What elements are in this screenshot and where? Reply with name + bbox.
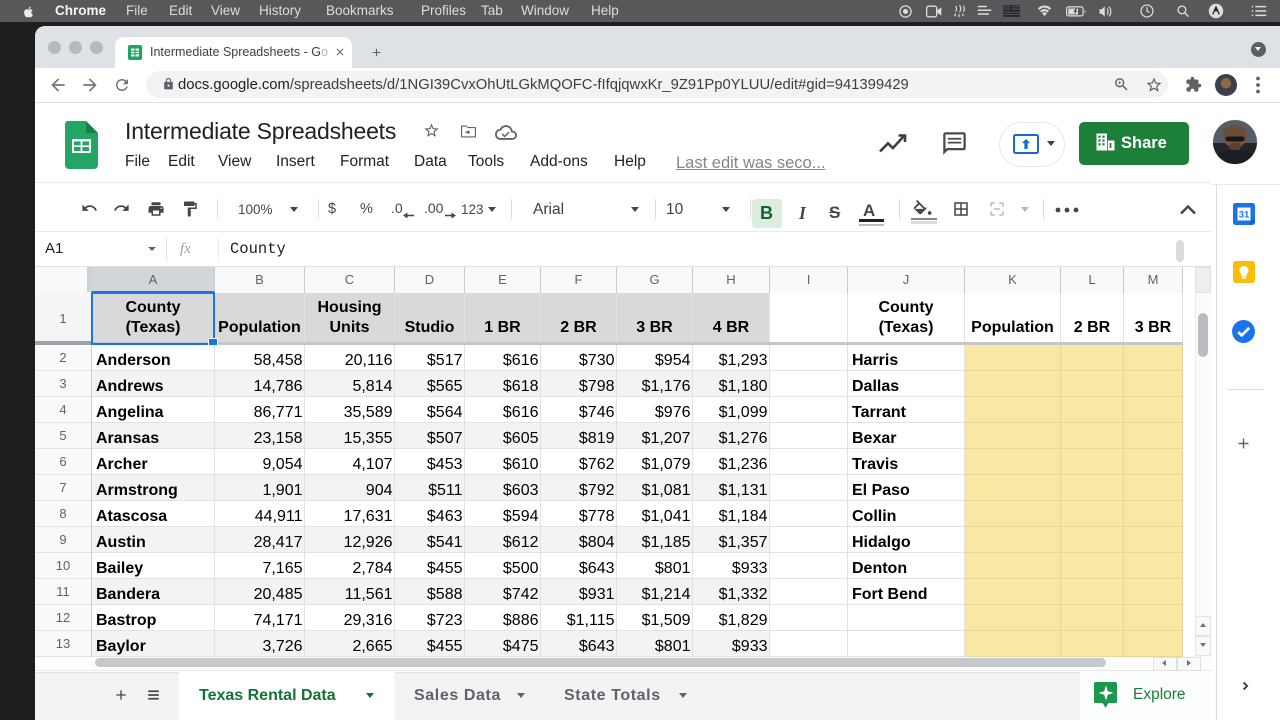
svg-text:31: 31	[1239, 210, 1250, 221]
